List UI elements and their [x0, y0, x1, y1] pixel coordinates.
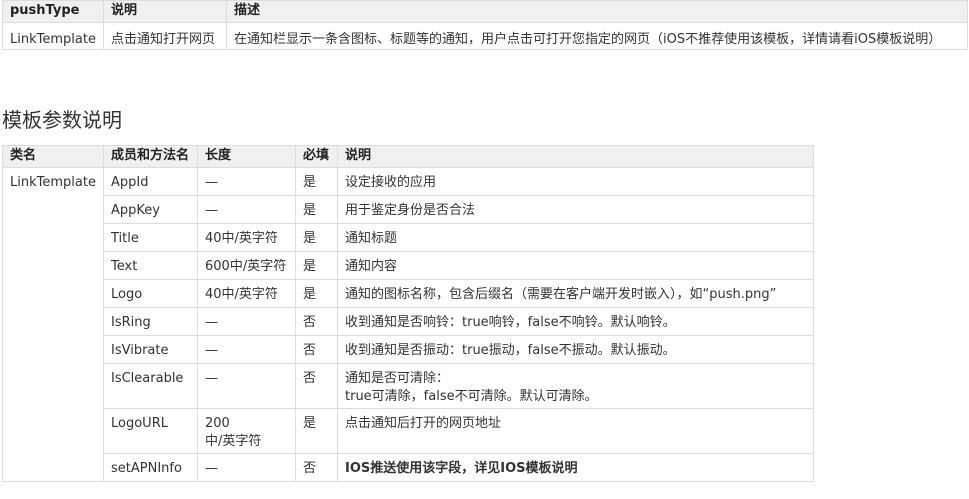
description-cell: IOS推送使用该字段，详见IOS模板说明 — [337, 453, 814, 482]
description-cell: 通知标题 — [337, 223, 814, 252]
length-line: 200 — [205, 416, 230, 431]
column-header: 类名 — [2, 145, 104, 168]
description-cell: 在通知栏显示一条含图标、标题等的通知，用户点击可打开您指定的网页（iOS不推荐使… — [226, 22, 968, 50]
section-title: 模板参数说明 — [2, 108, 122, 132]
description-cell: 收到通知是否振动：true振动，false不振动。默认振动。 — [337, 335, 814, 364]
column-header: 成员和方法名 — [103, 145, 198, 168]
member-cell: Logo — [103, 279, 198, 308]
table-row: IsVibrate — 否 收到通知是否振动：true振动，false不振动。默… — [3, 335, 814, 364]
required-cell: 否 — [295, 363, 338, 409]
member-cell: Text — [103, 251, 198, 280]
description-cell: 通知是否可清除： true可清除，false不可清除。默认可清除。 — [337, 363, 814, 409]
member-cell: LogoURL — [103, 408, 198, 454]
table-row: IsClearable — 否 通知是否可清除： true可清除，false不可… — [3, 363, 814, 409]
class-name-cell: LinkTemplate — [2, 167, 104, 482]
required-cell: 否 — [295, 307, 338, 336]
required-cell: 是 — [295, 408, 338, 454]
required-cell: 是 — [295, 279, 338, 308]
required-cell: 否 — [295, 335, 338, 364]
required-cell: 是 — [295, 223, 338, 252]
description-cell: 收到通知是否响铃：true响铃，false不响铃。默认响铃。 — [337, 307, 814, 336]
column-header: pushType — [2, 0, 104, 23]
member-cell: AppKey — [103, 195, 198, 224]
column-header: 必填 — [295, 145, 338, 168]
table-header-row: 类名 成员和方法名 长度 必填 说明 — [2, 145, 814, 168]
member-cell: AppId — [103, 167, 198, 196]
table-row: AppKey — 是 用于鉴定身份是否合法 — [3, 195, 814, 224]
table-row: Text 600中/英字符 是 通知内容 — [3, 251, 814, 280]
length-cell: 600中/英字符 — [197, 251, 296, 280]
column-header: 说明 — [103, 0, 227, 23]
column-header: 说明 — [337, 145, 814, 168]
required-cell: 是 — [295, 251, 338, 280]
summary-cell: 点击通知打开网页 — [103, 22, 227, 50]
column-header: 描述 — [226, 0, 968, 23]
description-cell: 设定接收的应用 — [337, 167, 814, 196]
description-cell: 点击通知后打开的网页地址 — [337, 408, 814, 454]
member-cell: IsClearable — [103, 363, 198, 409]
column-header: 长度 — [197, 145, 296, 168]
table-row: IsRing — 否 收到通知是否响铃：true响铃，false不响铃。默认响铃… — [3, 307, 814, 336]
length-cell: — — [197, 363, 296, 409]
table-row: Logo 40中/英字符 是 通知的图标名称，包含后缀名（需要在客户端开发时嵌入… — [3, 279, 814, 308]
required-cell: 否 — [295, 453, 338, 482]
table-row: Title 40中/英字符 是 通知标题 — [3, 223, 814, 252]
length-cell: 200 中/英字符 — [197, 408, 296, 454]
length-cell: — — [197, 167, 296, 196]
push-type-table: pushType 说明 描述 LinkTemplate 点击通知打开网页 在通知… — [2, 0, 968, 50]
length-line: 中/英字符 — [205, 434, 262, 449]
table-header-row: pushType 说明 描述 — [2, 0, 968, 23]
description-line: true可清除，false不可清除。默认可清除。 — [345, 389, 598, 404]
member-cell: setAPNInfo — [103, 453, 198, 482]
length-cell: — — [197, 195, 296, 224]
required-cell: 是 — [295, 167, 338, 196]
length-cell: 40中/英字符 — [197, 279, 296, 308]
table-row: LinkTemplate AppId — 是 设定接收的应用 — [2, 167, 814, 482]
table-row: LinkTemplate 点击通知打开网页 在通知栏显示一条含图标、标题等的通知… — [2, 22, 968, 50]
member-cell: IsVibrate — [103, 335, 198, 364]
param-table: 类名 成员和方法名 长度 必填 说明 LinkTemplate AppId — … — [2, 145, 814, 482]
description-line: 通知是否可清除： — [345, 371, 450, 386]
length-cell: — — [197, 307, 296, 336]
member-cell: Title — [103, 223, 198, 252]
description-cell: 通知内容 — [337, 251, 814, 280]
length-cell: — — [197, 453, 296, 482]
description-cell: 通知的图标名称，包含后缀名（需要在客户端开发时嵌入），如“push.png” — [337, 279, 814, 308]
length-cell: 40中/英字符 — [197, 223, 296, 252]
push-type-cell: LinkTemplate — [2, 22, 104, 50]
member-cell: IsRing — [103, 307, 198, 336]
length-cell: — — [197, 335, 296, 364]
table-row: setAPNInfo — 否 IOS推送使用该字段，详见IOS模板说明 — [3, 453, 814, 482]
table-row: LogoURL 200 中/英字符 是 点击通知后打开的网页地址 — [3, 408, 814, 454]
required-cell: 是 — [295, 195, 338, 224]
description-cell: 用于鉴定身份是否合法 — [337, 195, 814, 224]
